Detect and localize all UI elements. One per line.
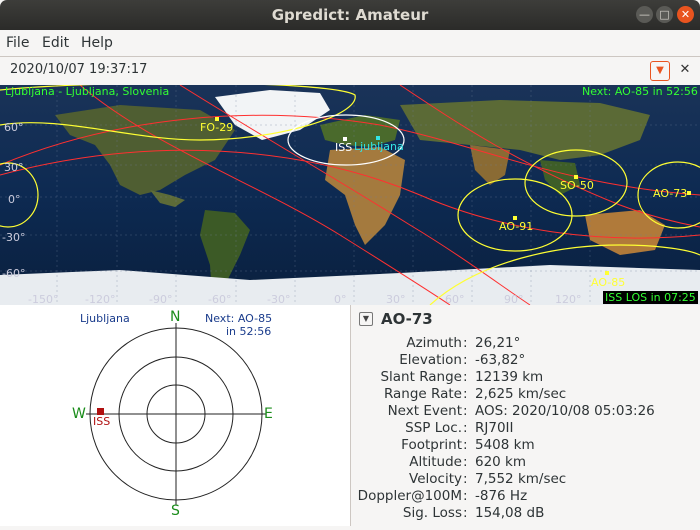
detail-row: Slant Range:12139 km <box>380 369 544 385</box>
lat-label: -30° <box>2 231 26 244</box>
lat-label: 30° <box>4 161 24 174</box>
los-label: ISS LOS in 07:25 <box>603 291 698 304</box>
detail-row: Elevation: -63,82° <box>399 352 526 368</box>
polar-qth-label: Ljubljana <box>80 312 130 325</box>
close-window-button[interactable]: ✕ <box>677 6 694 23</box>
polar-view[interactable]: Ljubljana Next: AO-85 in 52:56 N S E W I… <box>0 305 351 526</box>
next-pass-label: Next: AO-85 in 52:56 <box>582 85 698 98</box>
detail-row: Next Event: AOS: 2020/10/08 05:03:26 <box>387 403 655 419</box>
dropdown-icon: ▼ <box>656 65 664 76</box>
module-menu-button[interactable]: ▼ <box>650 61 670 81</box>
current-datetime: 2020/10/07 19:37:17 <box>10 62 148 77</box>
lon-label: -30° <box>267 293 291 305</box>
polar-sat-label: ISS <box>93 415 111 428</box>
detail-row: Azimuth:26,21° <box>406 335 521 351</box>
sat-label-iss[interactable]: ISS <box>335 141 352 154</box>
compass-south: S <box>171 503 180 519</box>
satellite-details: ▼ AO-73 Azimuth:26,21° Elevation: -63,82°… <box>351 305 700 526</box>
detail-row: Sig. Loss:154,08 dB <box>402 505 545 521</box>
menu-file[interactable]: File <box>6 35 29 51</box>
lon-label: 90° <box>504 293 524 305</box>
close-icon: ✕ <box>680 8 691 21</box>
polar-plot <box>86 323 266 505</box>
maximize-button[interactable]: □ <box>656 6 673 23</box>
lon-label: 120° <box>555 293 582 305</box>
polar-next-line1: Next: AO-85 <box>205 312 273 325</box>
menu-help[interactable]: Help <box>81 35 113 51</box>
qth-marker-label: Ljubljana <box>354 140 404 153</box>
sat-label-fo29[interactable]: FO-29 <box>200 121 233 134</box>
compass-east: E <box>264 406 273 422</box>
details-sat-name: AO-73 <box>381 310 433 328</box>
close-icon: ✕ <box>679 62 691 77</box>
sat-label-ao73[interactable]: AO-73 <box>653 187 687 200</box>
lon-label: 60° <box>445 293 465 305</box>
lon-label: 30° <box>386 293 406 305</box>
detail-row: Range Rate:2,625 km/sec <box>383 386 567 402</box>
detail-row: Altitude:620 km <box>409 454 527 470</box>
close-module-button[interactable]: ✕ <box>676 61 694 79</box>
qth-label: Ljubljana - Ljubljana, Slovenia <box>5 85 170 98</box>
detail-row: Doppler@100M: -876 Hz <box>357 488 528 504</box>
compass-north: N <box>170 309 181 325</box>
world-map[interactable]: Ljubljana - Ljubljana, Slovenia Next: AO… <box>0 85 700 305</box>
polar-next-line2: in 52:56 <box>226 325 272 338</box>
minimize-icon: — <box>639 8 650 21</box>
lon-label: -120° <box>85 293 116 305</box>
lat-label: -60° <box>2 267 26 280</box>
detail-row: Footprint:5408 km <box>401 437 535 453</box>
iss-polar-marker <box>97 408 104 415</box>
lat-label: 0° <box>8 193 21 206</box>
window-title: Gpredict: Amateur <box>271 6 429 24</box>
compass-west: W <box>72 406 86 422</box>
time-bar: 2020/10/07 19:37:17 ▼ ✕ <box>0 56 700 86</box>
lon-label: 0° <box>334 293 347 305</box>
sat-label-so50[interactable]: SO-50 <box>560 179 594 192</box>
sat-label-ao85[interactable]: AO-85 <box>591 276 625 289</box>
menu-edit[interactable]: Edit <box>42 35 69 51</box>
dropdown-icon: ▼ <box>362 314 370 323</box>
detail-row: SSP Loc.: RJ70II <box>405 420 514 436</box>
minimize-button[interactable]: — <box>636 6 653 23</box>
sat-label-ao91[interactable]: AO-91 <box>499 220 533 233</box>
sat-select-button[interactable]: ▼ <box>359 312 373 326</box>
lon-label: -60° <box>208 293 232 305</box>
maximize-icon: □ <box>659 8 670 21</box>
window-titlebar[interactable]: Gpredict: Amateur — □ ✕ <box>0 0 700 30</box>
lon-label: -150° <box>28 293 59 305</box>
lon-label: -90° <box>149 293 173 305</box>
detail-row: Velocity:7,552 km/sec <box>409 471 567 487</box>
menubar: File Edit Help <box>0 30 700 56</box>
lat-label: 60° <box>4 121 24 134</box>
map-canvas <box>0 85 700 305</box>
